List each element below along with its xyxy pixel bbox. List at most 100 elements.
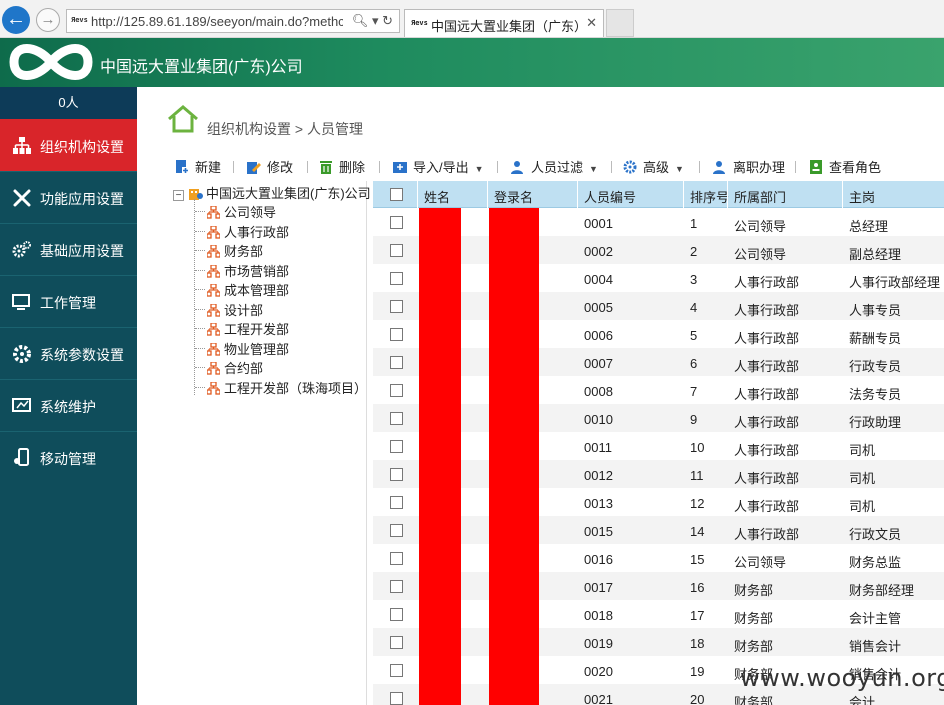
toolbar-separator: [699, 161, 700, 173]
cell-order: 15: [690, 552, 705, 567]
gears-icon: [12, 241, 31, 258]
delete-button[interactable]: 删除: [319, 157, 365, 175]
tree-node[interactable]: 设计部: [194, 300, 263, 318]
row-checkbox[interactable]: [390, 552, 403, 565]
header-separator: [577, 181, 578, 208]
department-icon: [207, 381, 220, 395]
advanced-button[interactable]: 高级 ▼: [623, 157, 684, 175]
cell-order: 7: [690, 384, 698, 399]
row-checkbox[interactable]: [390, 412, 403, 425]
cell-dept: 财务部: [734, 639, 774, 654]
edit-button[interactable]: 修改: [247, 157, 293, 175]
cell-post: 行政助理: [849, 415, 902, 430]
row-checkbox[interactable]: [390, 580, 403, 593]
cell-post: 会计主管: [849, 611, 902, 626]
view-roles-button[interactable]: 查看角色: [809, 157, 881, 175]
tree-node[interactable]: 物业管理部: [194, 339, 289, 357]
row-checkbox[interactable]: [390, 468, 403, 481]
new-button[interactable]: 新建: [175, 157, 221, 175]
tree-node[interactable]: 人事行政部: [194, 222, 289, 240]
toolbar: 新建 修改 删除 导入/导出 ▼ 人员过滤 ▼ 高级 ▼ 离职办理 查看角色: [167, 153, 944, 179]
cell-post: 总经理: [849, 219, 889, 234]
browser-toolbar: ← → Яеvs http://125.89.61.189/seeyon/mai…: [0, 0, 944, 38]
new-tab-button[interactable]: [606, 9, 634, 37]
header-post[interactable]: 主岗: [849, 187, 875, 206]
tree-node[interactable]: 财务部: [194, 241, 263, 259]
user-filter-button[interactable]: 人员过滤 ▼: [511, 157, 598, 175]
row-checkbox[interactable]: [390, 300, 403, 313]
row-checkbox[interactable]: [390, 692, 403, 705]
cell-code: 0016: [584, 552, 613, 567]
cell-dept: 人事行政部: [734, 387, 800, 402]
cell-order: 2: [690, 244, 698, 259]
import-export-label: 导入/导出: [413, 160, 469, 175]
header-dept[interactable]: 所属部门: [734, 187, 786, 206]
row-checkbox[interactable]: [390, 440, 403, 453]
cell-code: 0002: [584, 244, 613, 259]
tree-node[interactable]: 市场营销部: [194, 261, 289, 279]
sidebar-item-label: 系统参数设置: [40, 347, 124, 363]
cell-code: 0020: [584, 664, 613, 679]
cell-code: 0013: [584, 496, 613, 511]
cell-code: 0011: [584, 440, 612, 455]
sidebar-item-function-settings[interactable]: 功能应用设置: [0, 171, 137, 223]
header-login[interactable]: 登录名: [494, 187, 533, 206]
header-code[interactable]: 人员编号: [584, 187, 636, 206]
row-checkbox[interactable]: [390, 272, 403, 285]
row-checkbox[interactable]: [390, 496, 403, 509]
cell-post: 薪酬专员: [849, 331, 902, 346]
sidebar-item-mobile-management[interactable]: 移动管理: [0, 431, 137, 483]
tree-node[interactable]: 合约部: [194, 358, 263, 376]
sidebar-item-basic-settings[interactable]: 基础应用设置: [0, 223, 137, 275]
cell-order: 17: [690, 608, 705, 623]
header-order[interactable]: 排序号: [690, 187, 729, 206]
cell-dept: 人事行政部: [734, 359, 800, 374]
sidebar-item-label: 移动管理: [40, 451, 96, 467]
search-refresh-icons[interactable]: 🔍︎ ▾ ↻: [352, 13, 393, 29]
row-checkbox[interactable]: [390, 328, 403, 341]
department-icon: [207, 206, 220, 219]
cell-dept: 人事行政部: [734, 415, 800, 430]
gear-icon: [13, 345, 31, 363]
tree-node[interactable]: 工程开发部（珠海项目）: [194, 378, 367, 396]
company-name: 中国远大置业集团(广东)公司: [100, 59, 303, 76]
sidebar-item-system-maintenance[interactable]: 系统维护: [0, 379, 137, 431]
collapse-icon[interactable]: −: [173, 190, 184, 201]
address-bar[interactable]: Яеvs http://125.89.61.189/seeyon/main.do…: [66, 9, 400, 33]
forward-button[interactable]: →: [36, 8, 60, 32]
sidebar-item-work-management[interactable]: 工作管理: [0, 275, 137, 327]
maintenance-icon: [12, 398, 31, 412]
cell-code: 0006: [584, 328, 613, 343]
cell-order: 14: [690, 524, 705, 539]
select-all-checkbox[interactable]: [390, 188, 403, 201]
department-icon: [207, 323, 220, 336]
cell-dept: 公司领导: [734, 247, 787, 262]
cell-code: 0008: [584, 384, 613, 399]
row-checkbox[interactable]: [390, 608, 403, 621]
sidebar-item-org-settings[interactable]: 组织机构设置: [0, 119, 137, 171]
sidebar-item-label: 系统维护: [40, 399, 96, 415]
cell-post: 司机: [849, 443, 876, 458]
row-checkbox[interactable]: [390, 636, 403, 649]
browser-tab[interactable]: Яеvs 中国远大置业集团（广东）... ✕: [404, 9, 604, 37]
resign-button[interactable]: 离职办理: [713, 157, 785, 175]
tree-node[interactable]: 成本管理部: [194, 280, 289, 298]
tree-node[interactable]: 公司领导: [194, 202, 276, 220]
home-icon[interactable]: [167, 105, 199, 133]
row-checkbox[interactable]: [390, 216, 403, 229]
sidebar-item-system-params[interactable]: 系统参数设置: [0, 327, 137, 379]
row-checkbox[interactable]: [390, 244, 403, 257]
row-checkbox[interactable]: [390, 664, 403, 677]
tab-close-icon[interactable]: ✕: [586, 15, 597, 31]
header-name[interactable]: 姓名: [424, 187, 450, 206]
cell-dept: 人事行政部: [734, 275, 800, 290]
row-checkbox[interactable]: [390, 356, 403, 369]
sidebar-item-label: 组织机构设置: [40, 139, 124, 155]
import-export-button[interactable]: 导入/导出 ▼: [393, 157, 484, 175]
url-text[interactable]: http://125.89.61.189/seeyon/main.do?meth…: [91, 14, 343, 29]
department-icon: [207, 245, 220, 258]
back-button[interactable]: ←: [2, 6, 30, 34]
row-checkbox[interactable]: [390, 384, 403, 397]
row-checkbox[interactable]: [390, 524, 403, 537]
tree-node[interactable]: 工程开发部: [194, 319, 289, 337]
